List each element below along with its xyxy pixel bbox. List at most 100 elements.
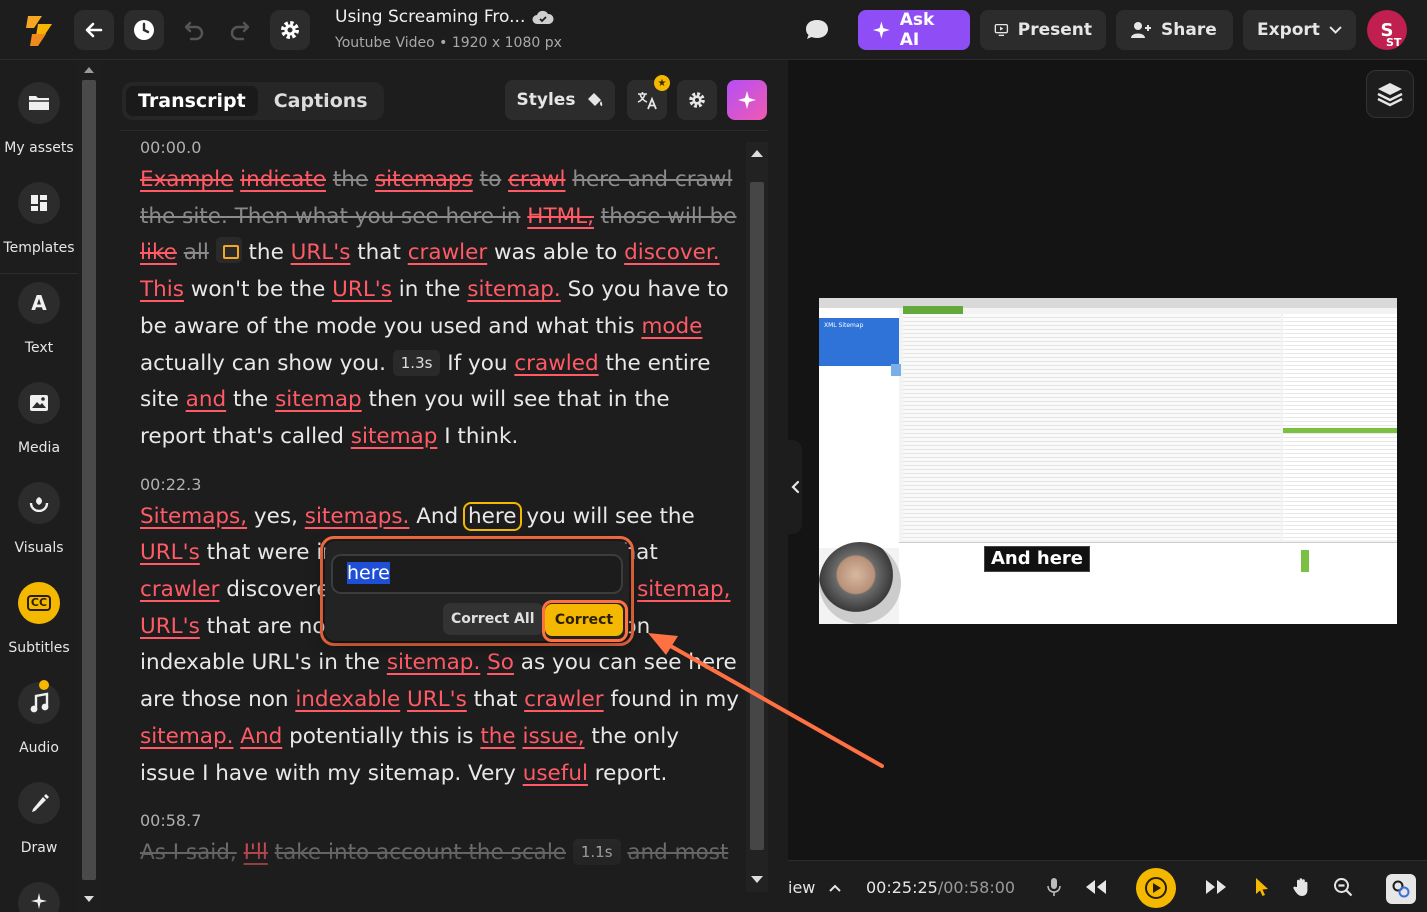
select-tool-button[interactable] [1250,875,1274,899]
flagged-word[interactable]: URL's [140,614,200,639]
flagged-word[interactable]: URL's [332,277,392,302]
segment-timestamp[interactable]: 00:22.3 [140,471,740,499]
transcript-body[interactable]: 00:00.0 Example indicate the sitemaps to … [140,134,740,894]
segment-text[interactable]: Example indicate the sitemaps to crawl h… [140,162,740,456]
fast-forward-button[interactable] [1204,875,1228,899]
correction-input[interactable]: here [331,554,623,594]
tab-captions[interactable]: Captions [262,86,380,116]
flagged-word[interactable]: Sitemaps, [140,504,247,529]
transcript-segment[interactable]: 00:00.0 Example indicate the sitemaps to … [140,134,740,456]
deleted-flagged-word[interactable]: like [140,240,177,265]
deleted-flagged-word[interactable]: Example [140,167,233,192]
transcript-panel: Transcript Captions Styles ★ 00:00.0 Exam… [100,60,788,912]
collapse-panel-button[interactable] [788,440,802,534]
styles-button[interactable]: Styles [505,80,615,120]
zoom-fit-button[interactable] [1386,874,1416,904]
flagged-word[interactable]: discover. [624,240,719,265]
scroll-down-arrow-icon[interactable] [751,876,763,883]
flagged-word[interactable]: So [487,650,514,675]
present-button[interactable]: Present [980,10,1106,50]
scrollbar-thumb[interactable] [82,80,96,880]
sidebar-item-text[interactable]: A Text [0,260,78,360]
sidebar-more-item[interactable] [18,882,60,912]
flagged-word[interactable]: crawler [524,687,603,712]
segment-timestamp[interactable]: 00:00.0 [140,134,740,162]
back-button[interactable] [74,10,114,50]
deleted-flagged-word[interactable]: HTML, [527,204,594,229]
zoom-out-button[interactable] [1331,875,1355,899]
deleted-text[interactable]: those will be [601,204,737,229]
correct-all-button[interactable]: Correct All [443,603,543,635]
project-title[interactable]: Using Screaming Fro... [335,7,525,27]
sidebar-item-my-assets[interactable]: My assets [0,60,78,160]
sidebar-item-visuals[interactable]: Visuals [0,460,78,560]
flagged-word[interactable]: URL's [140,540,200,565]
bottom-fade [140,824,740,894]
deleted-flagged-word[interactable]: crawl [508,167,565,192]
scroll-up-arrow-icon[interactable] [751,150,763,157]
deleted-text[interactable]: all [184,240,209,265]
avatar-badge: ST [1386,36,1402,49]
layers-button[interactable] [1366,70,1414,118]
flagged-word[interactable]: sitemap [351,424,438,449]
flagged-word[interactable]: crawled [514,351,598,376]
flagged-word[interactable]: URL's [407,687,467,712]
sidebar-item-subtitles[interactable]: CC Subtitles [0,560,78,660]
flagged-word[interactable]: sitemap. [467,277,560,302]
deleted-flagged-word[interactable]: indicate [240,167,326,192]
user-avatar[interactable]: S ST [1367,10,1407,50]
flagged-word[interactable]: sitemap, [637,577,730,602]
undo-button[interactable] [174,10,214,50]
comments-button[interactable] [800,14,834,46]
flagged-word[interactable]: crawler [408,240,487,265]
sidebar-scrollbar[interactable] [78,60,100,912]
sidebar-item-label: My assets [4,140,74,156]
app-logo-icon[interactable] [22,14,58,46]
flagged-word[interactable]: useful [523,761,588,786]
flagged-word[interactable]: the [480,724,515,749]
deleted-text[interactable]: the [333,167,368,192]
flagged-word[interactable]: mode [641,314,702,339]
video-canvas[interactable]: XML Sitemap And here [819,298,1397,624]
ask-ai-button[interactable]: Ask AI [858,10,970,50]
flagged-word[interactable]: This [140,277,184,302]
flagged-word[interactable]: issue, [522,724,584,749]
transcript-settings-button[interactable] [677,80,717,120]
deleted-flagged-word[interactable]: sitemaps [375,167,473,192]
flagged-word[interactable]: sitemap. [387,650,480,675]
history-button[interactable] [124,10,164,50]
image-marker-icon[interactable] [215,237,242,264]
scroll-up-arrow-icon[interactable] [84,67,94,73]
settings-button[interactable] [270,10,310,50]
flagged-word[interactable]: sitemaps. [305,504,410,529]
play-button[interactable] [1136,868,1176,908]
magic-ai-button[interactable] [727,80,767,120]
microphone-button[interactable] [1042,875,1066,899]
rewind-button[interactable] [1084,875,1108,899]
view-toggle[interactable]: iew [788,878,842,897]
flagged-word[interactable]: indexable [295,687,400,712]
sidebar-item-media[interactable]: Media [0,360,78,460]
sidebar-item-audio[interactable]: Audio [0,660,78,760]
flagged-word[interactable]: sitemap. [140,724,233,749]
sidebar-item-draw[interactable]: Draw [0,760,78,860]
selected-word[interactable]: here [463,501,522,531]
export-button[interactable]: Export [1243,10,1356,50]
flagged-word[interactable]: URL's [291,240,351,265]
flagged-word[interactable]: crawler [140,577,219,602]
scroll-down-arrow-icon[interactable] [84,896,94,902]
flagged-word[interactable]: and [186,387,226,412]
scrollbar-thumb[interactable] [750,182,764,850]
transcript-scrollbar[interactable] [746,142,768,892]
zoom-out-icon [1334,878,1353,897]
tab-transcript[interactable]: Transcript [126,86,258,116]
pause-chip[interactable]: 1.3s [392,349,441,376]
video-caption[interactable]: And here [984,546,1091,572]
share-button[interactable]: Share [1116,10,1233,50]
deleted-text[interactable]: to [480,167,502,192]
redo-button[interactable] [220,10,260,50]
flagged-word[interactable]: And [240,724,282,749]
hand-tool-button[interactable] [1290,875,1314,899]
flagged-word[interactable]: sitemap [275,387,362,412]
sidebar-item-templates[interactable]: Templates [0,160,78,260]
